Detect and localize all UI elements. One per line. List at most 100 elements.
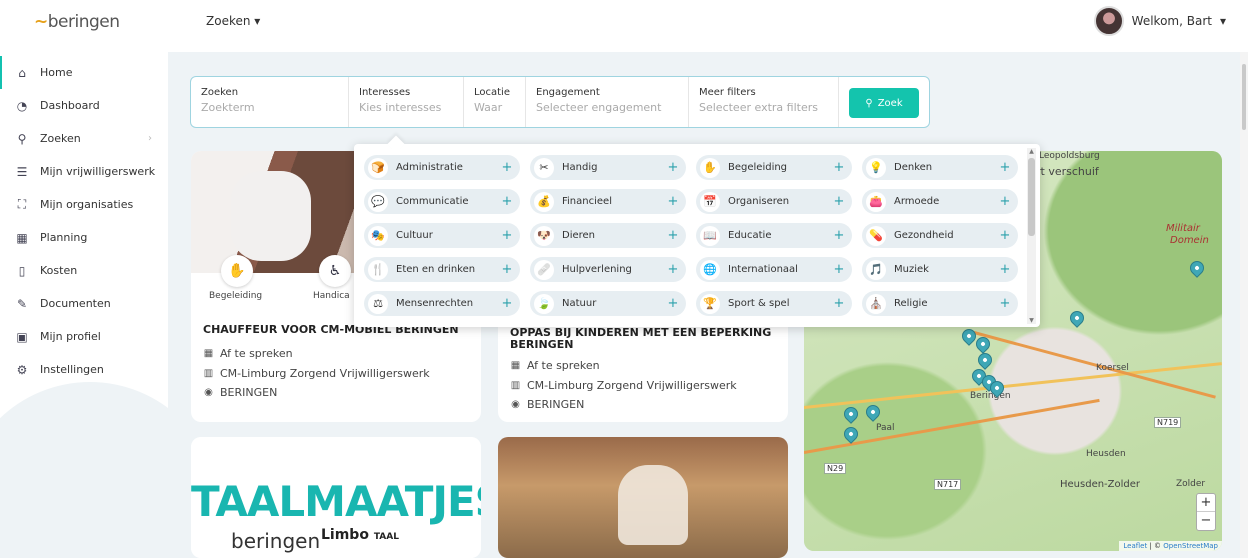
sidebar-item-label: Zoeken <box>40 132 81 145</box>
interest-label: Hulpverlening <box>562 264 632 275</box>
interests-dropdown: 🍞 Administratie + ✂ Handig + ✋ Begeleiding + 💡 Den… <box>354 144 1040 327</box>
interest-option-mensenrechten[interactable]: ⚖ Mensenrechten + <box>364 291 520 316</box>
sidebar-item-kosten[interactable]: ▯ Kosten <box>0 254 168 287</box>
plus-icon[interactable]: + <box>996 262 1014 277</box>
sidebar-item-zoeken[interactable]: ⚲ Zoeken › <box>0 122 168 155</box>
sidebar-item-dashboard[interactable]: ◔ Dashboard <box>0 89 168 122</box>
card-place: ◉ BERINGEN <box>204 386 278 399</box>
interest-option-administratie[interactable]: 🍞 Administratie + <box>364 155 520 180</box>
sidebar-item-instellingen[interactable]: ⚙ Instellingen <box>0 353 168 386</box>
interest-icon: 🍃 <box>534 293 554 314</box>
interest-label: Religie <box>894 298 928 309</box>
interest-option-communicatie[interactable]: 💬 Communicatie + <box>364 189 520 214</box>
more-filters-field[interactable]: Meer filters Selecteer extra filters <box>689 77 839 127</box>
osm-link[interactable]: OpenStreetMap <box>1163 542 1218 550</box>
interest-option-gezondheid[interactable]: 💊 Gezondheid + <box>862 223 1018 248</box>
interest-option-organiseren[interactable]: 📅 Organiseren + <box>696 189 852 214</box>
interest-option-educatie[interactable]: 📖 Educatie + <box>696 223 852 248</box>
user-menu[interactable]: Welkom, Bart ▾ <box>1093 6 1226 36</box>
dropdown-scrollbar[interactable]: ▲ ▼ <box>1027 148 1036 324</box>
interest-label: Financieel <box>562 196 612 207</box>
plus-icon[interactable]: + <box>996 296 1014 311</box>
interest-icon: 🌐 <box>700 259 720 280</box>
interest-icon: 💰 <box>534 191 554 212</box>
zoom-in-button[interactable]: + <box>1197 494 1215 512</box>
card-photo <box>498 437 788 558</box>
search-button[interactable]: ⚲ Zoek <box>849 88 919 118</box>
profile-icon: ▣ <box>16 329 28 344</box>
interest-label: Handig <box>562 162 598 173</box>
card-org: ▥ CM-Limburg Zorgend Vrijwilligerswerk <box>203 367 430 380</box>
interest-option-natuur[interactable]: 🍃 Natuur + <box>530 291 686 316</box>
plus-icon[interactable]: + <box>498 160 516 175</box>
interest-icon: 🍴 <box>368 259 388 280</box>
plus-icon[interactable]: + <box>996 194 1014 209</box>
interest-label: Sport & spel <box>728 298 790 309</box>
search-menu[interactable]: Zoeken ▾ <box>206 14 260 28</box>
search-term-field[interactable]: Zoeken Zoekterm <box>191 77 349 127</box>
plus-icon[interactable]: + <box>830 262 848 277</box>
interest-option-financieel[interactable]: 💰 Financieel + <box>530 189 686 214</box>
sidebar-item-mijn-vrijwilligerswerk[interactable]: ☰ Mijn vrijwilligerswerk <box>0 155 168 188</box>
interest-option-dieren[interactable]: 🐶 Dieren + <box>530 223 686 248</box>
plus-icon[interactable]: + <box>664 160 682 175</box>
sidebar-item-home[interactable]: ⌂ Home <box>0 56 168 89</box>
plus-icon[interactable]: + <box>830 160 848 175</box>
page-scrollbar[interactable] <box>1240 52 1248 558</box>
sidebar-item-planning[interactable]: ▦ Planning <box>0 221 168 254</box>
logo[interactable]: ~beringen <box>34 12 120 32</box>
plus-icon[interactable]: + <box>498 194 516 209</box>
map-attribution: Leaflet | © OpenStreetMap <box>1119 541 1222 551</box>
interest-label: Gezondheid <box>894 230 954 241</box>
plus-icon[interactable]: + <box>498 262 516 277</box>
zoom-out-button[interactable]: − <box>1197 512 1215 530</box>
plus-icon[interactable]: + <box>664 296 682 311</box>
interest-option-religie[interactable]: ⛪ Religie + <box>862 291 1018 316</box>
building-icon: ▥ <box>203 368 214 379</box>
settings-icon: ⚙ <box>16 362 28 377</box>
interest-icon: ✋ <box>700 157 720 178</box>
interest-option-cultuur[interactable]: 🎭 Cultuur + <box>364 223 520 248</box>
plus-icon[interactable]: + <box>664 228 682 243</box>
plus-icon[interactable]: + <box>498 228 516 243</box>
interest-label: Begeleiding <box>728 162 788 173</box>
card-when: ▦ Af te spreken <box>203 347 293 360</box>
interest-label: Communicatie <box>396 196 469 207</box>
interest-icon: 💬 <box>368 191 388 212</box>
sidebar-item-mijn-profiel[interactable]: ▣ Mijn profiel <box>0 320 168 353</box>
interest-option-eten-en-drinken[interactable]: 🍴 Eten en drinken + <box>364 257 520 282</box>
interest-icon: ⛪ <box>866 293 886 314</box>
interest-option-muziek[interactable]: 🎵 Muziek + <box>862 257 1018 282</box>
interest-option-armoede[interactable]: 👛 Armoede + <box>862 189 1018 214</box>
interest-option-denken[interactable]: 💡 Denken + <box>862 155 1018 180</box>
interest-option-internationaal[interactable]: 🌐 Internationaal + <box>696 257 852 282</box>
interest-label: Cultuur <box>396 230 433 241</box>
plus-icon[interactable]: + <box>664 194 682 209</box>
plus-icon[interactable]: + <box>996 228 1014 243</box>
engagement-field[interactable]: Engagement Selecteer engagement <box>526 77 689 127</box>
interest-icon: 👛 <box>866 191 886 212</box>
location-field[interactable]: Locatie Waar <box>464 77 526 127</box>
home-icon: ⌂ <box>18 65 26 80</box>
vacancy-card[interactable] <box>498 437 788 558</box>
vacancy-card[interactable]: TAALMAATJES beringen Limbo TAAL <box>191 437 481 558</box>
leaflet-link[interactable]: Leaflet <box>1123 542 1147 550</box>
card-title[interactable]: OPPAS BIJ KINDEREN MET EEN BEPERKING BERI… <box>510 327 771 351</box>
plus-icon[interactable]: + <box>996 160 1014 175</box>
plus-icon[interactable]: + <box>664 262 682 277</box>
interests-field[interactable]: Interesses Kies interesses <box>349 77 464 127</box>
interest-option-handig[interactable]: ✂ Handig + <box>530 155 686 180</box>
interest-icon: 🎭 <box>368 225 388 246</box>
dashboard-icon: ◔ <box>16 98 28 113</box>
plus-icon[interactable]: + <box>830 296 848 311</box>
sidebar-item-label: Home <box>40 66 73 79</box>
sidebar-item-documenten[interactable]: ✎ Documenten <box>0 287 168 320</box>
interest-option-hulpverlening[interactable]: 🩹 Hulpverlening + <box>530 257 686 282</box>
interest-icon: 💊 <box>866 225 886 246</box>
plus-icon[interactable]: + <box>830 228 848 243</box>
interest-option-begeleiding[interactable]: ✋ Begeleiding + <box>696 155 852 180</box>
plus-icon[interactable]: + <box>498 296 516 311</box>
sidebar-item-mijn-organisaties[interactable]: ⛶ Mijn organisaties <box>0 188 168 221</box>
plus-icon[interactable]: + <box>830 194 848 209</box>
interest-option-sport-spel[interactable]: 🏆 Sport & spel + <box>696 291 852 316</box>
